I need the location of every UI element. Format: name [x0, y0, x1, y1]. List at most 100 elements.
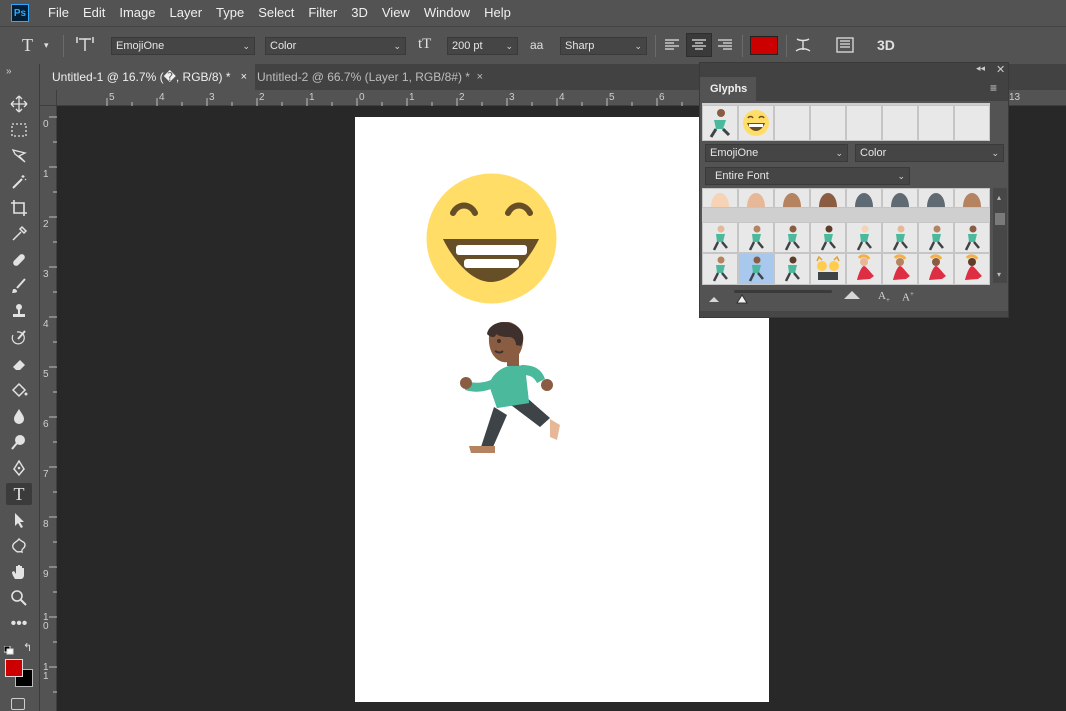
- anti-alias-select[interactable]: Sharp ⌄: [560, 37, 647, 55]
- crop-tool-icon[interactable]: [6, 197, 32, 219]
- align-right-icon[interactable]: [717, 38, 733, 55]
- glyph-cell[interactable]: [702, 222, 738, 253]
- type-tool-icon[interactable]: T: [22, 35, 33, 56]
- glyphs-style-select[interactable]: Color ⌄: [855, 144, 1004, 162]
- menu-file[interactable]: File: [41, 0, 76, 26]
- menu-view[interactable]: View: [375, 0, 417, 26]
- glyphs-font-select[interactable]: EmojiOne ⌄: [705, 144, 848, 162]
- lasso-tool-icon[interactable]: [6, 145, 32, 167]
- quick-mask-icon[interactable]: [11, 698, 25, 710]
- zoom-tool-icon[interactable]: [6, 587, 32, 609]
- text-color-swatch[interactable]: [750, 36, 778, 55]
- align-center-icon[interactable]: [686, 33, 712, 57]
- eraser-icon[interactable]: [6, 353, 32, 375]
- tab-untitled-2[interactable]: Untitled-2 @ 66.7% (Layer 1, RGB/8#) * ×: [245, 64, 491, 90]
- default-colors-icon[interactable]: [3, 644, 14, 655]
- glyph-cell[interactable]: [846, 222, 882, 253]
- scroll-up-icon[interactable]: ▴: [997, 193, 1001, 202]
- menu-image[interactable]: Image: [112, 0, 162, 26]
- glyphs-filter-select[interactable]: Entire Font ⌄: [705, 167, 910, 185]
- glyph-cell[interactable]: [918, 222, 954, 253]
- glyphs-panel-tab[interactable]: Glyphs: [700, 77, 756, 101]
- recent-glyph-runner[interactable]: [702, 105, 738, 141]
- menu-filter[interactable]: Filter: [301, 0, 344, 26]
- menu-select[interactable]: Select: [251, 0, 301, 26]
- warp-text-icon[interactable]: [794, 36, 812, 57]
- scrollbar-thumb[interactable]: [995, 213, 1005, 225]
- brush-tool-icon[interactable]: [6, 275, 32, 297]
- small-glyphs-icon[interactable]: [708, 292, 720, 306]
- font-style-select[interactable]: Color ⌄: [265, 37, 406, 55]
- glyph-cell[interactable]: [882, 222, 918, 253]
- slider-thumb[interactable]: [736, 293, 748, 307]
- recent-glyph-slot[interactable]: [810, 105, 846, 141]
- grin-emoji-layer[interactable]: [426, 173, 557, 304]
- ruler-origin[interactable]: [40, 90, 57, 106]
- glyph-cell[interactable]: [954, 188, 990, 208]
- glyph-cell[interactable]: [810, 222, 846, 253]
- more-tools-icon[interactable]: •••: [6, 613, 32, 635]
- glyph-cell[interactable]: [918, 188, 954, 208]
- magic-wand-icon[interactable]: [6, 171, 32, 193]
- recent-glyph-grin[interactable]: [738, 105, 774, 141]
- glyph-cell[interactable]: [882, 253, 918, 285]
- type-tool-icon[interactable]: T: [6, 483, 32, 505]
- path-selection-icon[interactable]: [6, 509, 32, 531]
- custom-shape-icon[interactable]: [6, 535, 32, 557]
- swap-colors-icon[interactable]: ↰: [23, 641, 32, 654]
- menu-3d[interactable]: 3D: [344, 0, 375, 26]
- menu-type[interactable]: Type: [209, 0, 251, 26]
- move-tool-icon[interactable]: [6, 93, 32, 115]
- glyph-cell[interactable]: [882, 188, 918, 208]
- close-icon[interactable]: ×: [477, 64, 483, 90]
- glyph-cell[interactable]: [702, 188, 738, 208]
- tool-preset-chevron-icon[interactable]: ▾: [44, 40, 49, 51]
- menu-layer[interactable]: Layer: [163, 0, 210, 26]
- glyph-cell[interactable]: [738, 222, 774, 253]
- glyph-grid-scrollbar[interactable]: [993, 188, 1007, 283]
- menu-edit[interactable]: Edit: [76, 0, 112, 26]
- paint-bucket-icon[interactable]: [6, 379, 32, 401]
- recent-glyph-slot[interactable]: [774, 105, 810, 141]
- panel-resize-grip[interactable]: [700, 311, 1008, 317]
- font-size-select[interactable]: 200 pt ⌄: [447, 37, 518, 55]
- recent-glyph-slot[interactable]: [882, 105, 918, 141]
- dodge-tool-icon[interactable]: [6, 431, 32, 453]
- runner-emoji-layer[interactable]: [459, 322, 565, 454]
- tab-untitled-1[interactable]: Untitled-1 @ 16.7% (�, RGB/8) * ×: [40, 64, 255, 90]
- glyph-cell[interactable]: [954, 253, 990, 285]
- healing-brush-icon[interactable]: [6, 249, 32, 271]
- collapse-panel-icon[interactable]: ◂◂: [976, 63, 985, 74]
- 3d-button[interactable]: 3D: [877, 37, 895, 53]
- glyph-cell[interactable]: [774, 253, 810, 285]
- font-family-select[interactable]: EmojiOne ⌄: [111, 37, 255, 55]
- scroll-down-icon[interactable]: ▾: [997, 270, 1001, 279]
- blur-tool-icon[interactable]: [6, 405, 32, 427]
- collapse-toolbar-icon[interactable]: »: [6, 66, 12, 77]
- foreground-color-swatch[interactable]: [5, 659, 23, 677]
- glyph-size-slider[interactable]: [734, 290, 832, 293]
- glyph-cell[interactable]: [810, 253, 846, 285]
- recent-glyph-slot[interactable]: [954, 105, 990, 141]
- close-icon[interactable]: ✕: [996, 63, 1005, 76]
- menu-window[interactable]: Window: [417, 0, 477, 26]
- recent-glyph-slot[interactable]: [846, 105, 882, 141]
- glyph-cell[interactable]: [918, 253, 954, 285]
- glyph-cell[interactable]: [846, 253, 882, 285]
- glyph-cell[interactable]: [702, 253, 738, 285]
- glyph-cell[interactable]: [846, 188, 882, 208]
- clone-stamp-icon[interactable]: [6, 301, 32, 323]
- recent-glyph-slot[interactable]: [918, 105, 954, 141]
- decrease-glyph-size-icon[interactable]: A+: [878, 290, 890, 304]
- marquee-tool-icon[interactable]: [6, 119, 32, 141]
- panel-menu-icon[interactable]: ≡: [990, 81, 997, 95]
- eyedropper-icon[interactable]: [6, 223, 32, 245]
- glyph-cell[interactable]: [954, 222, 990, 253]
- glyph-cell[interactable]: [738, 188, 774, 208]
- history-brush-icon[interactable]: [6, 327, 32, 349]
- align-left-icon[interactable]: [664, 38, 680, 55]
- large-glyphs-icon[interactable]: [843, 289, 861, 303]
- glyph-cell-selected[interactable]: [738, 253, 774, 285]
- menu-help[interactable]: Help: [477, 0, 518, 26]
- pen-tool-icon[interactable]: [6, 457, 32, 479]
